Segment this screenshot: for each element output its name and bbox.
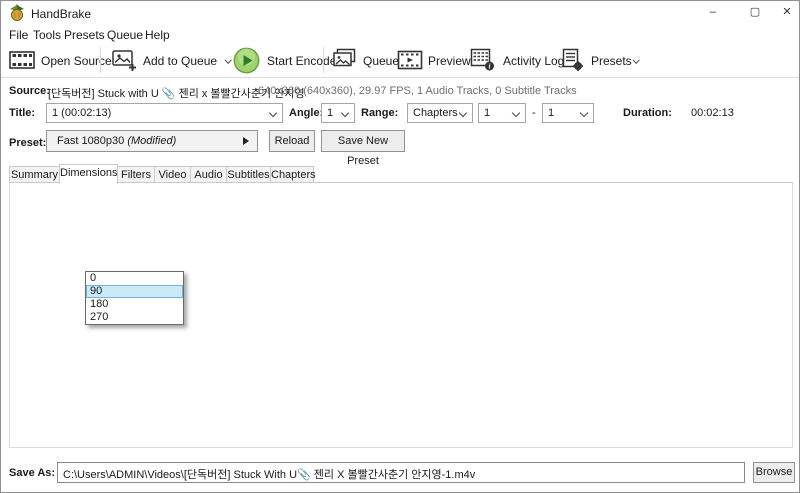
preset-modified-flag: (Modified)	[127, 135, 176, 147]
chevron-down-icon	[341, 109, 349, 117]
range-from-select[interactable]: 1	[478, 103, 526, 123]
source-label: Source:	[9, 85, 50, 97]
range-to-select[interactable]: 1	[542, 103, 594, 123]
window-title: HandBrake	[31, 7, 91, 21]
close-button[interactable]: ✕	[771, 1, 800, 23]
start-encode-button[interactable]: Start Encode	[267, 54, 336, 68]
presets-toolbar-button[interactable]: Presets	[591, 54, 632, 68]
toolbar-separator	[323, 47, 324, 73]
rotation-option-270[interactable]: 270	[86, 311, 183, 324]
toolbar-separator	[100, 47, 101, 73]
add-to-queue-dropdown-icon[interactable]	[225, 57, 232, 64]
range-label: Range:	[361, 107, 398, 119]
preset-value: Fast 1080p30	[57, 135, 124, 147]
rotation-option-90[interactable]: 90	[86, 285, 183, 298]
handbrake-logo-icon	[9, 4, 26, 21]
menu-help[interactable]: Help	[145, 28, 170, 42]
svg-text:i: i	[489, 63, 491, 71]
title-label: Title:	[9, 107, 35, 119]
save-as-input[interactable]: C:\Users\ADMIN\Videos\[단독버전] Stuck With …	[57, 462, 745, 483]
range-type-value: Chapters	[413, 107, 458, 119]
activity-log-icon: i	[469, 48, 496, 72]
preview-button[interactable]: Preview	[428, 54, 471, 68]
flyout-arrow-icon	[243, 137, 249, 145]
angle-select[interactable]: 1	[321, 103, 355, 123]
menu-presets[interactable]: Presets	[64, 28, 105, 42]
chevron-down-icon	[512, 109, 520, 117]
range-to-value: 1	[548, 107, 554, 119]
presets-icon	[559, 48, 585, 72]
duration-value: 00:02:13	[691, 107, 734, 119]
add-to-queue-icon	[111, 49, 138, 72]
angle-label: Angle:	[289, 107, 323, 119]
menu-queue[interactable]: Queue	[107, 28, 143, 42]
title-select[interactable]: 1 (00:02:13)	[46, 103, 283, 123]
activity-log-button[interactable]: Activity Log	[503, 54, 564, 68]
menu-tools[interactable]: Tools	[33, 28, 61, 42]
reload-button[interactable]: Reload	[269, 130, 315, 152]
rotation-option-0[interactable]: 0	[86, 272, 183, 285]
rotation-option-180[interactable]: 180	[86, 298, 183, 311]
chevron-down-icon	[269, 109, 277, 117]
rotation-dropdown-list: 0 90 180 270	[85, 271, 184, 325]
tab-strip: Summary Dimensions Filters Video Audio S…	[9, 164, 313, 184]
angle-select-value: 1	[327, 107, 333, 119]
toolbar-divider	[1, 77, 800, 78]
presets-dropdown-icon[interactable]	[633, 57, 640, 64]
save-as-label: Save As:	[9, 467, 55, 479]
add-to-queue-button[interactable]: Add to Queue	[143, 54, 217, 68]
range-dash: -	[532, 107, 536, 119]
tab-dimensions[interactable]: Dimensions	[59, 164, 118, 184]
open-source-icon	[9, 49, 35, 71]
preset-select[interactable]: Fast 1080p30 (Modified)	[46, 130, 258, 152]
chevron-down-icon	[459, 109, 467, 117]
save-new-preset-button[interactable]: Save New Preset	[321, 130, 405, 152]
preset-label: Preset:	[9, 137, 46, 149]
queue-icon	[331, 48, 357, 71]
preview-icon	[397, 49, 423, 71]
source-details: 640x360 (640x360), 29.97 FPS, 1 Audio Tr…	[258, 85, 577, 97]
browse-button[interactable]: Browse	[753, 462, 795, 483]
save-as-path: C:\Users\ADMIN\Videos\[단독버전] Stuck With …	[63, 469, 475, 481]
range-from-value: 1	[484, 107, 490, 119]
chevron-down-icon	[580, 109, 588, 117]
maximize-button[interactable]: ▢	[739, 1, 771, 23]
queue-button[interactable]: Queue	[363, 54, 399, 68]
open-source-button[interactable]: Open Source	[41, 54, 112, 68]
duration-label: Duration:	[623, 107, 672, 119]
minimize-button[interactable]: –	[697, 1, 729, 23]
range-type-select[interactable]: Chapters	[407, 103, 473, 123]
handbrake-window: HandBrake – ▢ ✕ File Tools Presets Queue…	[0, 0, 800, 493]
title-select-value: 1 (00:02:13)	[52, 107, 111, 119]
menu-file[interactable]: File	[9, 28, 28, 42]
start-encode-icon	[233, 47, 260, 74]
